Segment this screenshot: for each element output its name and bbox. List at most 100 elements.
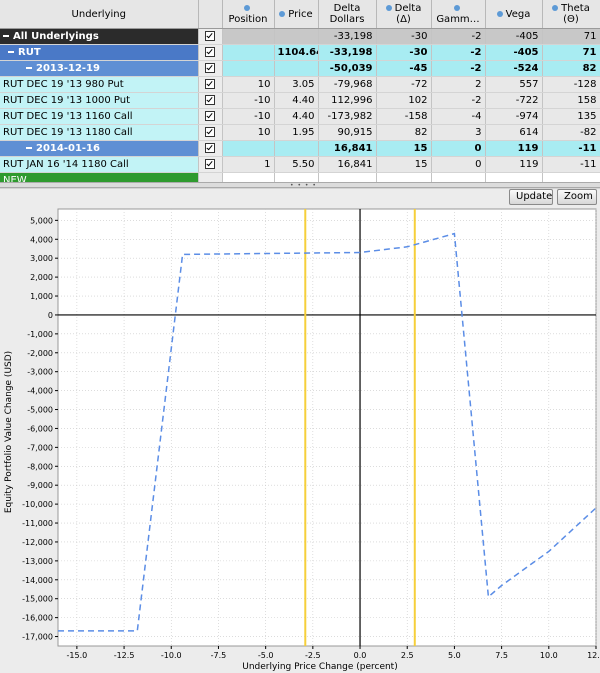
row-name-cell[interactable]: 2014-01-16 [0,140,199,157]
include-checkbox-cell[interactable] [198,124,223,141]
gamma-cell: 0 [431,140,486,157]
include-checkbox-cell[interactable] [198,108,223,125]
include-checkbox-cell[interactable] [198,76,223,93]
include-checkbox[interactable] [205,143,215,153]
theta-cell: -82 [542,124,600,141]
row-name-label: 2014-01-16 [36,143,100,154]
x-tick-label: 10.0 [540,651,558,660]
x-tick-label: 2.5 [401,651,414,660]
vega-cell: 119 [485,140,543,157]
include-checkbox-cell[interactable] [198,60,223,77]
column-header-7[interactable]: Vega [485,0,543,29]
include-checkbox-cell[interactable] [198,44,223,61]
panel-splitter[interactable]: • • • • [0,182,600,189]
delta-cell: -72 [376,76,432,93]
delta-cell: 15 [376,140,432,157]
gamma-cell: 0 [431,156,486,173]
column-header-0[interactable]: Underlying [0,0,199,29]
row-name-cell[interactable]: RUT [0,44,199,61]
delta-cell: 82 [376,124,432,141]
price-cell: 4.40 [274,108,319,125]
row-name-cell[interactable]: 2013-12-19 [0,60,199,77]
include-checkbox[interactable] [205,111,215,121]
update-button[interactable]: Update [509,189,553,205]
position-cell: -10 [222,108,275,125]
y-tick-label: -14,000 [22,576,53,585]
include-checkbox[interactable] [205,79,215,89]
gamma-cell: -2 [431,92,486,109]
include-checkbox[interactable] [205,31,215,41]
delta-cell: -30 [376,44,432,61]
row-name-cell[interactable]: RUT DEC 19 '13 980 Put [0,76,199,93]
column-header-1[interactable] [198,0,223,29]
x-tick-label: -10.0 [161,651,182,660]
include-checkbox-cell[interactable] [198,92,223,109]
vega-cell: -722 [485,92,543,109]
price-cell: 4.40 [274,92,319,109]
table-row[interactable]: RUT JAN 16 '14 1180 Call 1 5.50 16,841 15 0 11… [0,156,600,173]
collapse-icon[interactable] [26,67,32,69]
column-header-label: Delta (Δ) [394,3,422,25]
row-name-label: RUT JAN 16 '14 1180 Call [3,159,129,170]
table-row[interactable]: RUT 1104.64-33,198-30-2-40571 [0,44,600,61]
gamma-cell: 3 [431,124,486,141]
theta-cell: 135 [542,108,600,125]
include-checkbox-cell[interactable] [198,156,223,173]
row-name-cell[interactable]: All Underlyings [0,28,199,45]
vega-cell: 614 [485,124,543,141]
include-checkbox[interactable] [205,95,215,105]
y-tick-label: 4,000 [30,235,53,244]
include-checkbox-cell[interactable] [198,28,223,45]
column-header-3[interactable]: Price [274,0,319,29]
position-cell: 10 [222,76,275,93]
collapse-icon[interactable] [8,51,14,53]
column-header-row: Underlying Position Price Delta Dollars Delt… [0,0,600,29]
row-name-cell[interactable]: RUT DEC 19 '13 1000 Put [0,92,199,109]
table-row[interactable]: All Underlyings -33,198 -30 -2 -405 71 [0,28,600,45]
delta-cell: 15 [376,156,432,173]
table-row[interactable]: RUT DEC 19 '13 980 Put 10 3.05 -79,968 -72 2 5… [0,76,600,93]
table-row[interactable]: 2014-01-16 16,841 15 0 119 -11 [0,140,600,157]
y-tick-label: 2,000 [30,273,53,282]
x-tick-label: -15.0 [67,651,88,660]
delta-dollars-cell: 90,915 [318,124,377,141]
include-checkbox[interactable] [205,159,215,169]
table-row[interactable]: RUT DEC 19 '13 1180 Call 10 1.95 90,915 82 3 6… [0,124,600,141]
vega-cell: 557 [485,76,543,93]
x-tick-label: -5.0 [258,651,274,660]
include-checkbox[interactable] [205,63,215,73]
collapse-icon[interactable] [26,147,32,149]
table-row[interactable]: RUT DEC 19 '13 1160 Call -10 4.40 -173,982-… [0,108,600,125]
y-axis-label: Equity Portfolio Value Change (USD) [4,351,14,513]
price-cell: 1.95 [274,124,319,141]
column-header-4[interactable]: Delta Dollars [318,0,377,29]
gamma-cell: -2 [431,28,486,45]
price-cell: 5.50 [274,156,319,173]
table-row[interactable]: RUT DEC 19 '13 1000 Put -10 4.40 112,996 102… [0,92,600,109]
column-header-8[interactable]: Theta (Θ) [542,0,600,29]
portfolio-grid: Underlying Position Price Delta Dollars Delt… [0,0,600,189]
y-tick-label: -10,000 [22,500,53,509]
gamma-cell: -2 [431,44,486,61]
risk-profile-chart: 5,000 4,000 3,000 2,000 1,000 0 -1,000 -2,000 -3… [0,207,600,673]
delta-cell: -30 [376,28,432,45]
include-checkbox[interactable] [205,47,215,57]
column-header-6[interactable]: Gamm… [431,0,486,29]
zoom-button[interactable]: Zoom [557,189,597,205]
include-checkbox[interactable] [205,127,215,137]
y-tick-label: -12,000 [22,538,53,547]
x-tick-label: -12.5 [114,651,135,660]
collapse-icon[interactable] [3,35,9,37]
portfolio-table-panel: Underlying Position Price Delta Dollars Delt… [0,0,600,189]
include-checkbox-cell[interactable] [198,140,223,157]
column-header-2[interactable]: Position [222,0,275,29]
row-name-cell[interactable]: RUT DEC 19 '13 1160 Call [0,108,199,125]
column-header-5[interactable]: Delta (Δ) [376,0,432,29]
theta-cell: -128 [542,76,600,93]
row-name-cell[interactable]: RUT DEC 19 '13 1180 Call [0,124,199,141]
row-name-cell[interactable]: RUT JAN 16 '14 1180 Call [0,156,199,173]
delta-dollars-cell: 16,841 [318,156,377,173]
table-row[interactable]: 2013-12-19 -50,039 -45 -2 -524 82 [0,60,600,77]
column-header-label: Price [288,8,313,20]
y-tick-label: -8,000 [27,462,53,471]
